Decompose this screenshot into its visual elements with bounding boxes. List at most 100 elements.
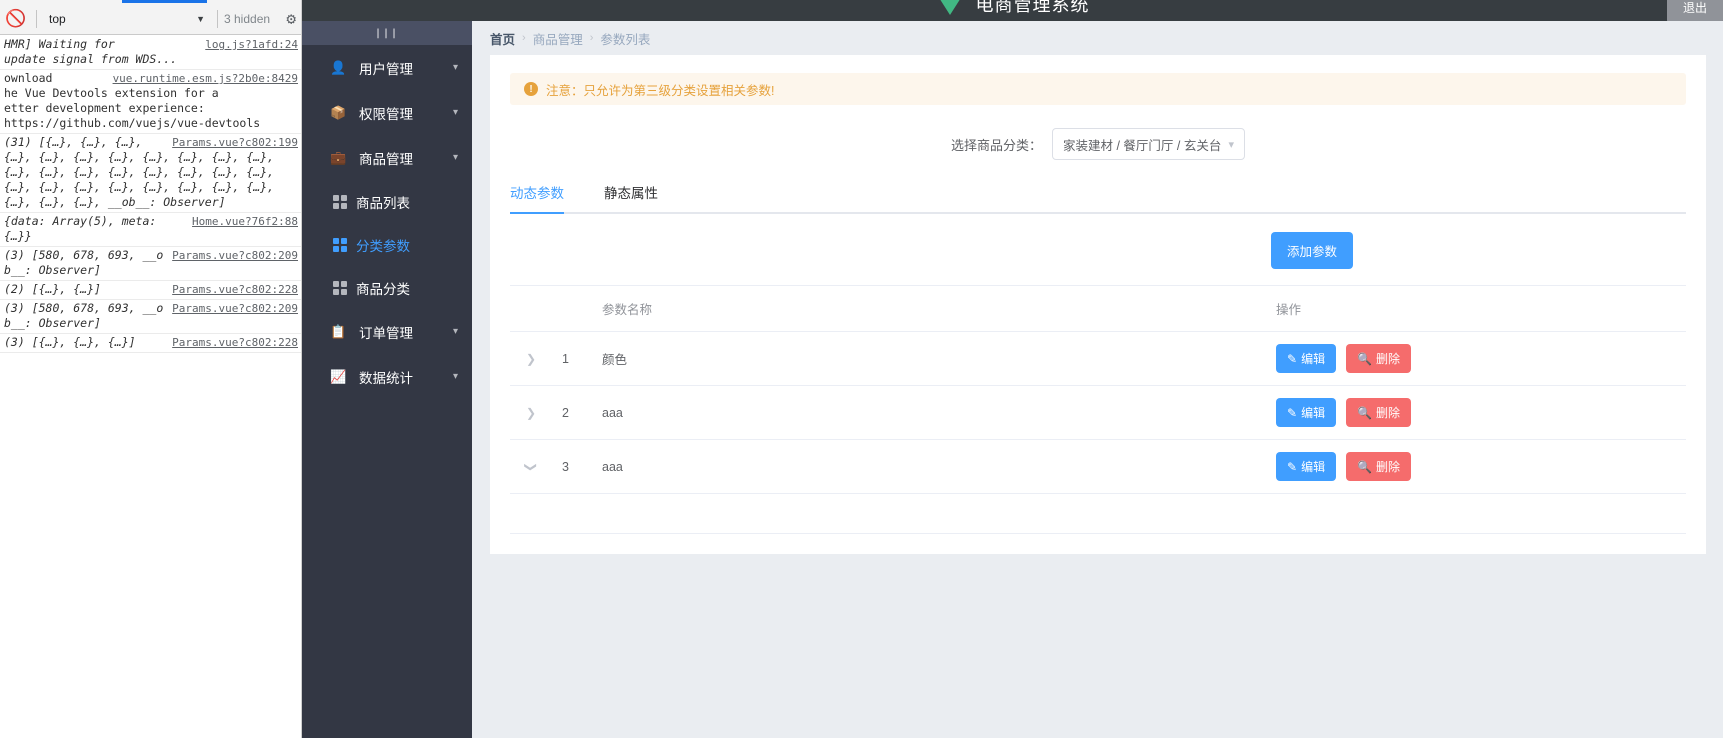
devtools-console-panel: 🚫 top ▼ 3 hidden ⚙ log.js?1afd:24 HMR] W…: [0, 0, 302, 738]
sidebar: ||| 👤 用户管理 ▾ 📦 权限管理 ▾ 💼 商品管理 ▾ 商品列表 分类参数…: [302, 21, 472, 738]
vue-triangle-logo: [935, 0, 964, 15]
alert-text: 注意：只允许为第三级分类设置相关参数!: [546, 83, 775, 98]
no-entry-icon[interactable]: 🚫: [2, 5, 30, 33]
chevron-right-icon[interactable]: ❯: [526, 352, 536, 366]
category-select-label: 选择商品分类：: [950, 137, 1042, 153]
edit-button-label: 编辑: [1301, 460, 1326, 474]
console-context-selector[interactable]: top ▼: [43, 7, 211, 31]
toolbar-divider: [36, 9, 37, 28]
console-message-list[interactable]: log.js?1afd:24 HMR] Waiting for update s…: [0, 36, 301, 738]
params-tabs: 动态参数 静态属性: [510, 182, 1686, 214]
table-row[interactable]: ❯ 2 aaa ✎ 编辑 🔍 删除: [510, 385, 1686, 440]
chevron-down-icon: ▾: [452, 62, 458, 73]
console-context-value: top: [49, 11, 66, 26]
sidebar-item-label: 用户管理: [359, 61, 413, 77]
console-source-link[interactable]: Params.vue?c802:228: [172, 335, 298, 350]
console-message: Home.vue?76f2:88 {data: Array(5), meta: …: [0, 213, 301, 247]
row-expand-cell[interactable]: ❯: [510, 331, 552, 386]
sidebar-item-data-statistics[interactable]: 📈 数据统计 ▾: [302, 354, 472, 399]
console-source-link[interactable]: log.js?1afd:24: [205, 37, 298, 52]
col-header-operations: 操作: [1266, 285, 1686, 332]
sidebar-item-user-management[interactable]: 👤 用户管理 ▾: [302, 45, 472, 90]
delete-button[interactable]: 🔍 删除: [1346, 398, 1412, 427]
sidebar-item-goods-category[interactable]: 商品分类: [302, 266, 472, 309]
delete-button-label: 删除: [1376, 352, 1401, 366]
breadcrumb-separator: ›: [589, 32, 594, 44]
params-table-head: 参数名称 操作: [510, 285, 1686, 332]
console-source-link[interactable]: Params.vue?c802:209: [172, 301, 298, 316]
hidden-messages-count[interactable]: 3 hidden: [224, 12, 270, 26]
delete-button[interactable]: 🔍 删除: [1346, 452, 1412, 481]
console-source-link[interactable]: Params.vue?c802:209: [172, 248, 298, 263]
delete-button[interactable]: 🔍 删除: [1346, 344, 1412, 373]
console-message: log.js?1afd:24 HMR] Waiting for update s…: [0, 36, 301, 70]
toolbar-divider-2: [217, 9, 218, 28]
chevron-down-icon: ▾: [452, 371, 458, 382]
breadcrumb-item-params: 参数列表: [600, 32, 651, 47]
console-message-text: HMR] Waiting for update signal from WDS.…: [4, 37, 178, 66]
console-message-text: (2) [{…}, {…}]: [4, 282, 101, 296]
row-expand-cell[interactable]: ❯: [510, 439, 552, 494]
console-toolbar: 🚫 top ▼ 3 hidden ⚙: [0, 3, 301, 35]
edit-button[interactable]: ✎ 编辑: [1276, 452, 1337, 481]
console-source-link[interactable]: Params.vue?c802:199: [172, 135, 298, 150]
logout-button[interactable]: 退出: [1666, 0, 1723, 21]
search-delete-icon: 🔍: [1357, 351, 1373, 366]
row-operations: ✎ 编辑 🔍 删除: [1266, 331, 1686, 386]
row-index: 2: [552, 385, 592, 440]
header-brand: 电商管理系统: [935, 0, 1090, 17]
chevron-down-icon[interactable]: ❯: [524, 461, 538, 471]
col-header-expand: [510, 285, 552, 332]
console-source-link[interactable]: Params.vue?c802:228: [172, 282, 298, 297]
search-delete-icon: 🔍: [1357, 459, 1373, 474]
page-title: 电商管理系统: [975, 0, 1090, 15]
table-row[interactable]: ❯ 1 颜色 ✎ 编辑 🔍 删除: [510, 331, 1686, 386]
gear-icon[interactable]: ⚙: [286, 9, 296, 28]
category-cascader[interactable]: 家装建材 / 餐厅门厅 / 玄关台 ▾: [1052, 128, 1245, 160]
sidebar-item-goods-management[interactable]: 💼 商品管理 ▾: [302, 135, 472, 180]
table-row[interactable]: ❯ 3 aaa ✎ 编辑 🔍 删除: [510, 439, 1686, 494]
chevron-right-icon[interactable]: ❯: [526, 406, 536, 420]
sidebar-item-category-params[interactable]: 分类参数: [302, 223, 472, 266]
sidebar-item-label: 分类参数: [356, 238, 410, 254]
sidebar-item-order-management[interactable]: 📋 订单管理 ▾: [302, 309, 472, 354]
row-expand-cell[interactable]: ❯: [510, 385, 552, 440]
chevron-down-icon: ▾: [452, 107, 458, 118]
grid-icon: [333, 194, 347, 209]
edit-button-label: 编辑: [1301, 352, 1326, 366]
console-message-text: {data: Array(5), meta: {…}}: [4, 214, 164, 243]
sidebar-item-label: 商品分类: [356, 281, 410, 297]
console-message: vue.runtime.esm.js?2b0e:8429 ownload he …: [0, 70, 301, 134]
edit-button[interactable]: ✎ 编辑: [1276, 344, 1337, 373]
sidebar-collapse-toggle[interactable]: |||: [302, 21, 472, 45]
row-param-name: aaa: [592, 385, 1266, 440]
sidebar-item-goods-list[interactable]: 商品列表: [302, 180, 472, 223]
sidebar-menu: 👤 用户管理 ▾ 📦 权限管理 ▾ 💼 商品管理 ▾ 商品列表 分类参数 商品分…: [302, 45, 472, 399]
add-param-button[interactable]: 添加参数: [1270, 232, 1353, 269]
table-header-row: 参数名称 操作: [510, 285, 1686, 332]
warning-icon: !: [524, 82, 538, 96]
console-message: Params.vue?c802:209 (3) [580, 678, 693, …: [0, 300, 301, 334]
console-message: Params.vue?c802:228 (2) [{…}, {…}]: [0, 281, 301, 300]
params-table: 参数名称 操作 ❯ 1 颜色 ✎ 编辑 🔍 删除 ❯ 2 aaa ✎ 编辑 🔍 …: [510, 285, 1686, 534]
console-source-link[interactable]: Home.vue?76f2:88: [192, 214, 298, 229]
tab-dynamic-params[interactable]: 动态参数: [510, 182, 584, 214]
breadcrumb-item-goods: 商品管理: [532, 32, 583, 47]
table-expanded-detail-row: [510, 493, 1686, 534]
warning-alert: ! 注意：只允许为第三级分类设置相关参数!: [510, 73, 1686, 105]
console-message: Params.vue?c802:199 (31) [{…}, {…}, {…},…: [0, 134, 301, 213]
edit-button[interactable]: ✎ 编辑: [1276, 398, 1337, 427]
sidebar-item-rights-management[interactable]: 📦 权限管理 ▾: [302, 90, 472, 135]
edit-button-label: 编辑: [1301, 406, 1326, 420]
sidebar-item-label: 权限管理: [359, 106, 413, 122]
search-delete-icon: 🔍: [1357, 405, 1373, 420]
chart-icon: 📈: [330, 368, 347, 384]
breadcrumb-item-home[interactable]: 首页: [490, 29, 515, 48]
row-operations: ✎ 编辑 🔍 删除: [1266, 439, 1686, 494]
console-source-link[interactable]: vue.runtime.esm.js?2b0e:8429: [113, 71, 298, 86]
sidebar-submenu-goods: 商品列表 分类参数 商品分类: [302, 180, 472, 309]
tab-static-attributes[interactable]: 静态属性: [604, 182, 678, 212]
app-header: 电商管理系统 退出: [302, 0, 1723, 21]
pencil-icon: ✎: [1287, 405, 1298, 420]
chevron-down-icon: ▾: [1228, 138, 1234, 151]
